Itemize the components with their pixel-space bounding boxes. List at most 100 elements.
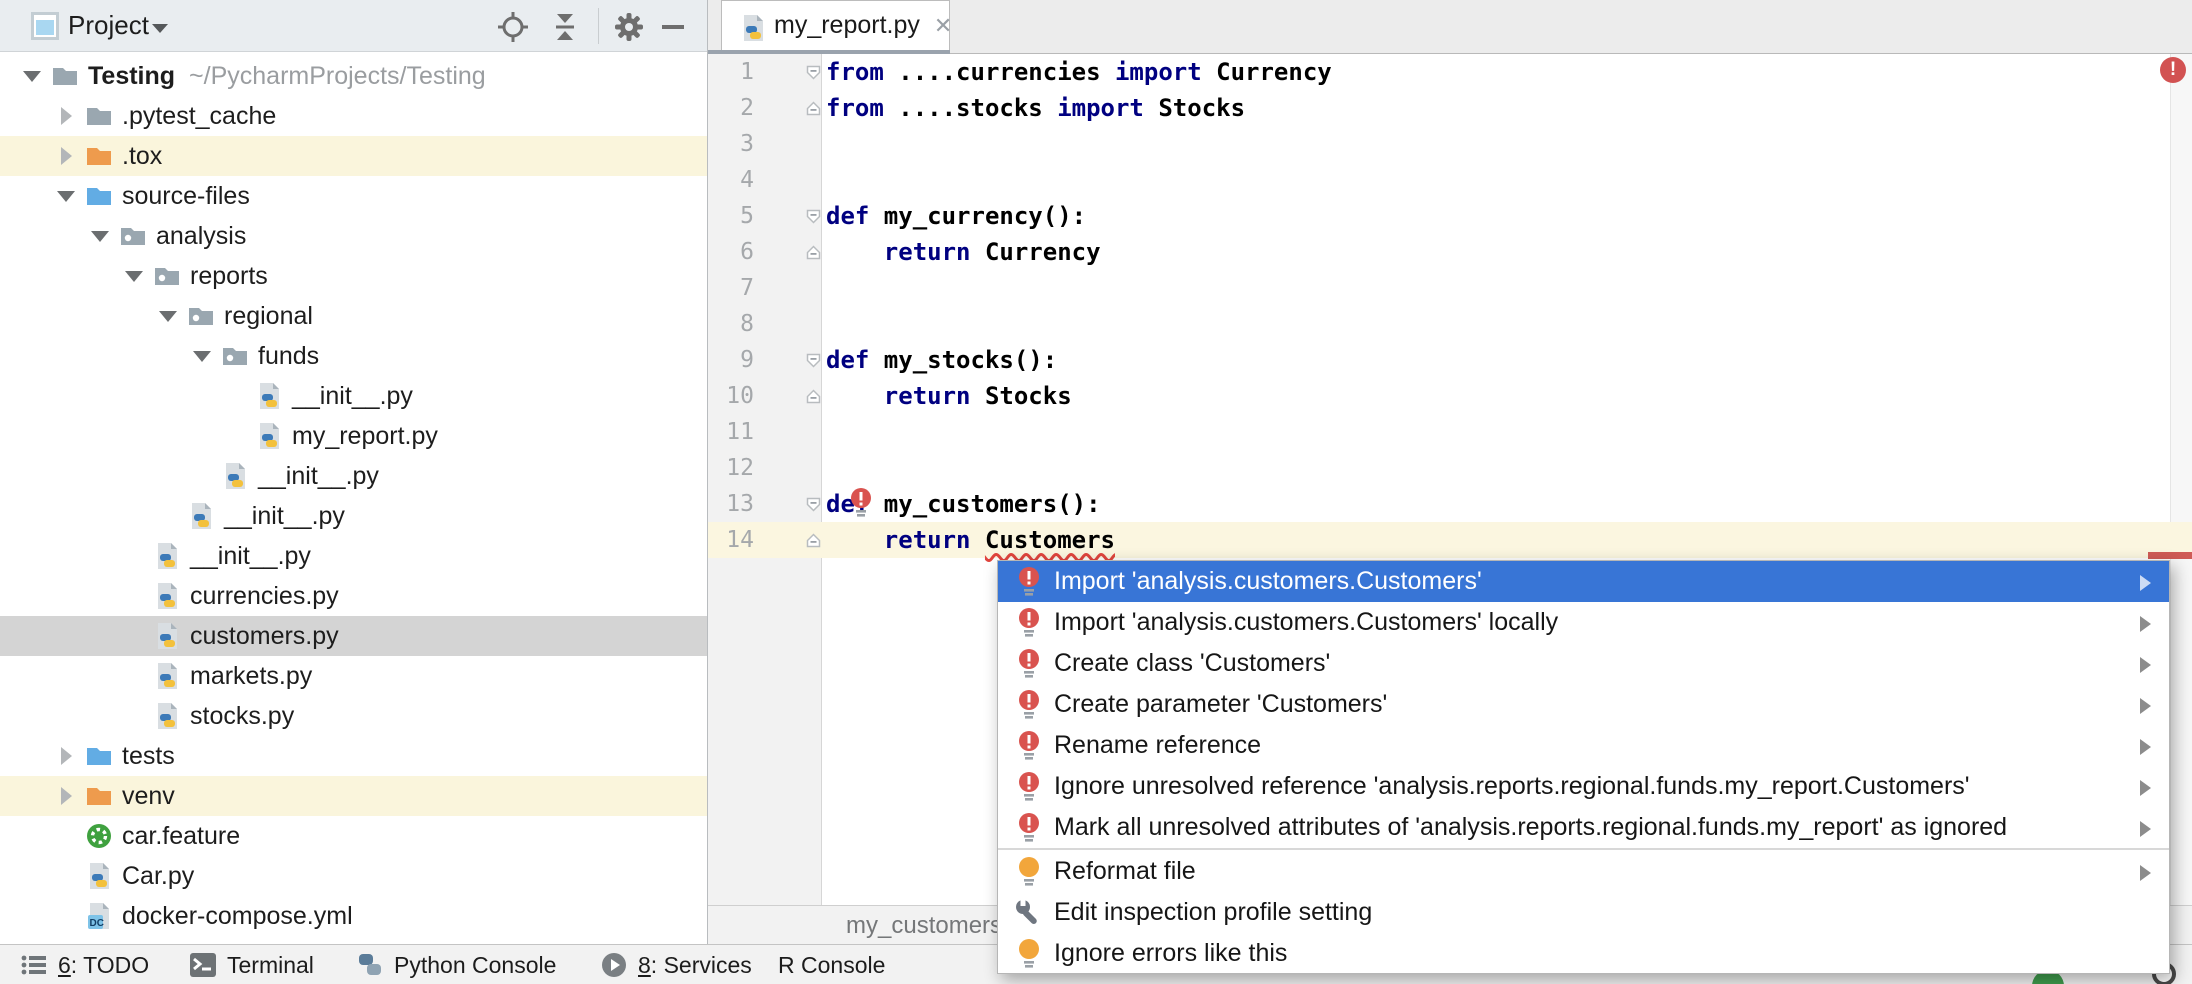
- tree-item-init-reports[interactable]: __init__.py: [0, 496, 707, 536]
- code-line: return Customers: [708, 522, 2192, 558]
- editor-scrollbar[interactable]: [2170, 54, 2192, 905]
- menu-item-mark-all-unresolved-ignored[interactable]: Mark all unresolved attributes of 'analy…: [998, 807, 2169, 848]
- code-line: def my_customers():: [708, 486, 2192, 522]
- menu-item-ignore-unresolved-reference[interactable]: Ignore unresolved reference 'analysis.re…: [998, 766, 2169, 807]
- services-icon: [600, 951, 628, 979]
- submenu-arrow-icon: [2140, 698, 2151, 714]
- expand-arrow-icon[interactable]: [190, 344, 214, 368]
- menu-item-import-customers[interactable]: Import 'analysis.customers.Customers': [998, 561, 2169, 602]
- line-number: 11: [708, 414, 754, 450]
- tool-window-button-services[interactable]: 8: Services: [600, 945, 752, 984]
- menu-item-rename-reference[interactable]: Rename reference: [998, 725, 2169, 766]
- menu-item-create-class[interactable]: Create class 'Customers': [998, 643, 2169, 684]
- tree-item-stocks[interactable]: stocks.py: [0, 696, 707, 736]
- error-bulb-icon: [1014, 688, 1044, 722]
- close-icon[interactable]: ✕: [934, 13, 952, 39]
- menu-item-create-parameter[interactable]: Create parameter 'Customers': [998, 684, 2169, 725]
- tree-item-currencies[interactable]: currencies.py: [0, 576, 707, 616]
- expand-arrow-icon[interactable]: [88, 224, 112, 248]
- source-folder-icon: [84, 741, 114, 771]
- tree-item-customers[interactable]: customers.py: [0, 616, 707, 656]
- menu-item-ignore-errors-like-this[interactable]: Ignore errors like this: [998, 933, 2169, 974]
- code-line: return Stocks: [708, 378, 2192, 414]
- python-file-icon: [254, 381, 284, 411]
- python-file-icon: [738, 13, 764, 39]
- intention-bulb-icon: [1014, 937, 1044, 971]
- tree-item-reports[interactable]: reports: [0, 256, 707, 296]
- submenu-arrow-icon: [2140, 616, 2151, 632]
- package-icon: [186, 301, 216, 331]
- tab-my-report[interactable]: my_report.py ✕: [721, 0, 950, 50]
- error-bulb-icon: [1014, 811, 1044, 845]
- package-icon: [152, 261, 182, 291]
- locate-icon[interactable]: [496, 10, 530, 44]
- tree-item-car-feature[interactable]: car.feature: [0, 816, 707, 856]
- tree-item-my-report[interactable]: my_report.py: [0, 416, 707, 456]
- pycharm-window: Project Testing~/PycharmProjects/Testing…: [0, 0, 2192, 984]
- settings-gear-icon[interactable]: [612, 10, 646, 44]
- tree-item-tox[interactable]: .tox: [0, 136, 707, 176]
- code-line: def my_stocks():: [708, 342, 2192, 378]
- tree-item-docker-compose[interactable]: DCdocker-compose.yml: [0, 896, 707, 936]
- unresolved-reference: Customers: [985, 526, 1115, 554]
- menu-separator: [998, 848, 2169, 850]
- collapse-all-icon[interactable]: [548, 10, 582, 44]
- tool-window-button-r-console[interactable]: R Console: [778, 945, 885, 984]
- expand-arrow-icon[interactable]: [20, 64, 44, 88]
- expand-arrow-icon[interactable]: [156, 304, 180, 328]
- python-file-icon: [152, 661, 182, 691]
- tool-window-button-todo[interactable]: 6: TODO: [20, 945, 149, 984]
- menu-item-reformat-file[interactable]: Reformat file: [998, 851, 2169, 892]
- project-tool-window: Project Testing~/PycharmProjects/Testing…: [0, 0, 708, 944]
- line-number: 8: [708, 306, 754, 342]
- python-file-icon: [186, 501, 216, 531]
- tree-item-pytest-cache[interactable]: .pytest_cache: [0, 96, 707, 136]
- expand-arrow-icon[interactable]: [54, 784, 78, 808]
- tree-item-markets[interactable]: markets.py: [0, 656, 707, 696]
- line-number: 12: [708, 450, 754, 486]
- expand-arrow-icon[interactable]: [54, 144, 78, 168]
- tool-window-button-terminal[interactable]: Terminal: [189, 945, 314, 984]
- tool-window-button-python-console[interactable]: Python Console: [356, 945, 556, 984]
- tree-item-tests[interactable]: tests: [0, 736, 707, 776]
- error-bulb-icon[interactable]: [846, 486, 876, 522]
- error-stripe-mark[interactable]: [2148, 552, 2192, 559]
- error-bulb-icon: [1014, 770, 1044, 804]
- expand-arrow-icon[interactable]: [122, 264, 146, 288]
- python-file-icon: [84, 861, 114, 891]
- editor-tab-bar: my_report.py ✕: [708, 0, 2192, 54]
- toolbar-divider: [598, 8, 599, 44]
- package-icon: [118, 221, 148, 251]
- tree-item-source-files[interactable]: source-files: [0, 176, 707, 216]
- tree-item-venv[interactable]: venv: [0, 776, 707, 816]
- submenu-arrow-icon: [2140, 657, 2151, 673]
- code-line: from ....currencies import Currency: [708, 54, 2192, 90]
- menu-item-import-customers-locally[interactable]: Import 'analysis.customers.Customers' lo…: [998, 602, 2169, 643]
- line-number: 3: [708, 126, 754, 162]
- code-line: from ....stocks import Stocks: [708, 90, 2192, 126]
- error-bulb-icon: [1014, 729, 1044, 763]
- folder-icon: [84, 101, 114, 131]
- tree-item-funds[interactable]: funds: [0, 336, 707, 376]
- expand-arrow-icon[interactable]: [54, 104, 78, 128]
- package-icon: [220, 341, 250, 371]
- todo-list-icon: [20, 951, 48, 979]
- tree-item-car-py[interactable]: Car.py: [0, 856, 707, 896]
- tree-item-testing[interactable]: Testing~/PycharmProjects/Testing: [0, 56, 707, 96]
- tree-item-init-regional[interactable]: __init__.py: [0, 456, 707, 496]
- chevron-down-icon[interactable]: [152, 24, 168, 33]
- tree-item-analysis[interactable]: analysis: [0, 216, 707, 256]
- tree-item-init-funds[interactable]: __init__.py: [0, 376, 707, 416]
- file-error-indicator-icon[interactable]: !: [2160, 57, 2186, 83]
- hide-icon[interactable]: [656, 10, 690, 44]
- terminal-icon: [189, 951, 217, 979]
- python-file-icon: [220, 461, 250, 491]
- expand-arrow-icon[interactable]: [54, 744, 78, 768]
- tree-item-init-analysis[interactable]: __init__.py: [0, 536, 707, 576]
- menu-item-edit-inspection-profile[interactable]: Edit inspection profile setting: [998, 892, 2169, 933]
- project-panel-title[interactable]: Project: [68, 10, 149, 41]
- project-tool-window-icon: [30, 11, 60, 41]
- breadcrumb-item[interactable]: my_customers: [846, 912, 1002, 940]
- expand-arrow-icon[interactable]: [54, 184, 78, 208]
- tree-item-regional[interactable]: regional: [0, 296, 707, 336]
